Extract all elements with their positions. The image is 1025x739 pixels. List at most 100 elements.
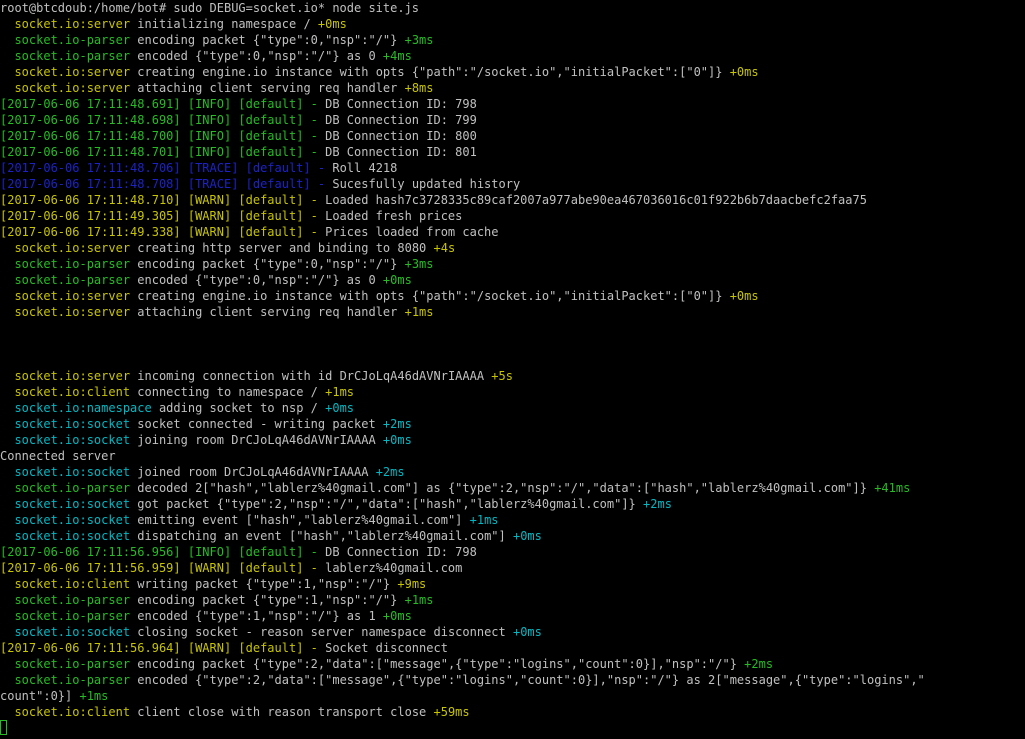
terminal-line: socket.io:socket joining room DrCJoLqA46… — [0, 432, 1025, 448]
terminal-text-segment: +1ms — [404, 593, 434, 607]
terminal-line: socket.io-parser encoded {"type":2,"data… — [0, 672, 1025, 688]
terminal-cursor — [0, 720, 7, 735]
terminal-text-segment: socket.io-parser — [0, 33, 138, 47]
terminal-line: [2017-06-06 17:11:56.956] [INFO] [defaul… — [0, 544, 1025, 560]
terminal-text-segment: socket.io:client — [0, 385, 138, 399]
terminal-text-segment: incoming connection with id DrCJoLqA46dA… — [137, 369, 492, 383]
terminal-text-segment: socket connected - writing packet — [137, 417, 383, 431]
terminal-text-segment: [2017-06-06 17:11:48.706] [TRACE] [defau… — [0, 161, 333, 175]
terminal-text-segment: joined room DrCJoLqA46dAVNrIAAAA — [137, 465, 376, 479]
terminal-text-segment: [2017-06-06 17:11:48.698] [INFO] [defaul… — [0, 113, 326, 127]
terminal-text-segment: Connected server — [0, 449, 116, 463]
terminal-text-segment: [2017-06-06 17:11:48.701] [INFO] [defaul… — [0, 145, 326, 159]
terminal-line: socket.io:namespace adding socket to nsp… — [0, 400, 1025, 416]
terminal-text-segment: attaching client serving req handler — [137, 305, 405, 319]
terminal-text-segment: socket.io:server — [0, 305, 138, 319]
terminal-text-segment: encoding packet {"type":2,"data":["messa… — [137, 657, 745, 671]
terminal-text-segment: encoded {"type":0,"nsp":"/"} as 0 — [137, 273, 383, 287]
terminal-text-segment: creating engine.io instance with opts {"… — [137, 289, 730, 303]
terminal-text-segment: +5s — [491, 369, 513, 383]
terminal-text-segment: encoding packet {"type":0,"nsp":"/"} — [137, 33, 405, 47]
terminal-text-segment: Loaded hash7c3728335c89caf2007a977abe90e… — [325, 193, 867, 207]
terminal-line: [2017-06-06 17:11:48.698] [INFO] [defaul… — [0, 112, 1025, 128]
terminal-text-segment: +0ms — [325, 401, 355, 415]
terminal-text-segment: +3ms — [404, 33, 434, 47]
terminal-text-segment: dispatching an event ["hash","lablerz%40… — [137, 529, 513, 543]
terminal-line: socket.io:socket emitting event ["hash",… — [0, 512, 1025, 528]
terminal-text-segment: +9ms — [397, 577, 427, 591]
terminal-text-segment: Prices loaded from cache — [325, 225, 499, 239]
terminal-line: socket.io-parser encoded {"type":0,"nsp"… — [0, 272, 1025, 288]
terminal-text-segment: +0ms — [512, 529, 542, 543]
terminal-text-segment: DB Connection ID: 800 — [325, 129, 477, 143]
terminal-text-segment: socket.io:socket — [0, 625, 138, 639]
terminal-text-segment: +0ms — [729, 65, 759, 79]
terminal-text-segment: DB Connection ID: 798 — [325, 97, 477, 111]
terminal-line: socket.io:server initializing namespace … — [0, 16, 1025, 32]
terminal-text-segment: +41ms — [874, 481, 911, 495]
terminal-text-segment: got packet {"type":2,"nsp":"/","data":["… — [137, 497, 644, 511]
terminal-text-segment: +1ms — [79, 689, 109, 703]
terminal-line: socket.io:server creating http server an… — [0, 240, 1025, 256]
terminal-line: socket.io:socket got packet {"type":2,"n… — [0, 496, 1025, 512]
terminal-line: socket.io:server attaching client servin… — [0, 304, 1025, 320]
terminal-text-segment: +1ms — [404, 305, 434, 319]
terminal-text-segment: DB Connection ID: 801 — [325, 145, 477, 159]
terminal-text-segment: +0ms — [317, 17, 347, 31]
terminal-text-segment: socket.io:client — [0, 577, 138, 591]
terminal-text-segment: [2017-06-06 17:11:48.708] [TRACE] [defau… — [0, 177, 333, 191]
terminal-line: socket.io:client client close with reaso… — [0, 704, 1025, 720]
terminal-text-segment: +4s — [433, 241, 456, 255]
terminal-text-segment: +59ms — [433, 705, 470, 719]
terminal-text-segment: lablerz%40gmail.com — [325, 561, 463, 575]
terminal-text-segment: +1ms — [469, 513, 499, 527]
terminal-line: [2017-06-06 17:11:48.691] [INFO] [defaul… — [0, 96, 1025, 112]
terminal-line: socket.io:socket closing socket - reason… — [0, 624, 1025, 640]
terminal-text-segment: socket.io:socket — [0, 513, 138, 527]
terminal-line: socket.io:socket dispatching an event ["… — [0, 528, 1025, 544]
terminal-line: socket.io-parser encoding packet {"type"… — [0, 32, 1025, 48]
terminal-text-segment: +8ms — [404, 81, 434, 95]
terminal-text-segment: creating engine.io instance with opts {"… — [137, 65, 730, 79]
terminal-text-segment: socket.io-parser — [0, 609, 138, 623]
terminal-line: [2017-06-06 17:11:49.338] [WARN] [defaul… — [0, 224, 1025, 240]
terminal-text-segment: socket.io-parser — [0, 657, 138, 671]
terminal-text-segment: socket.io-parser — [0, 257, 138, 271]
terminal-text-segment: +0ms — [382, 433, 412, 447]
terminal-text-segment: +1ms — [325, 385, 355, 399]
terminal-text-segment: socket.io:socket — [0, 417, 138, 431]
terminal-text-segment: encoded {"type":0,"nsp":"/"} as 0 — [137, 49, 383, 63]
terminal-text-segment: count":0}] — [0, 689, 80, 703]
terminal-line: socket.io-parser encoding packet {"type"… — [0, 592, 1025, 608]
terminal-line: socket.io:server creating engine.io inst… — [0, 288, 1025, 304]
terminal-line: socket.io:client connecting to namespace… — [0, 384, 1025, 400]
terminal-text-segment: socket.io:socket — [0, 465, 138, 479]
terminal-text-segment: joining room DrCJoLqA46dAVNrIAAAA — [137, 433, 383, 447]
terminal-text-segment: Loaded fresh prices — [325, 209, 463, 223]
terminal-line: socket.io-parser encoded {"type":0,"nsp"… — [0, 48, 1025, 64]
terminal-text-segment: DB Connection ID: 798 — [325, 545, 477, 559]
terminal-text-segment: socket.io-parser — [0, 673, 138, 687]
terminal-text-segment: socket.io:client — [0, 705, 138, 719]
terminal-text-segment: [2017-06-06 17:11:56.964] [WARN] [defaul… — [0, 641, 326, 655]
terminal-text-segment: socket.io-parser — [0, 273, 138, 287]
terminal-line: [2017-06-06 17:11:48.710] [WARN] [defaul… — [0, 192, 1025, 208]
terminal-text-segment: Roll 4218 — [332, 161, 398, 175]
terminal-line: [2017-06-06 17:11:48.706] [TRACE] [defau… — [0, 160, 1025, 176]
terminal-text-segment: initializing namespace / — [137, 17, 318, 31]
terminal-line: [2017-06-06 17:11:48.700] [INFO] [defaul… — [0, 128, 1025, 144]
terminal-text-segment: decoded 2["hash","lablerz%40gmail.com"] … — [137, 481, 875, 495]
terminal-text-segment: +0ms — [382, 609, 412, 623]
terminal-text-segment: socket.io-parser — [0, 49, 138, 63]
terminal-window[interactable]: root@btcdoub:/home/bot# sudo DEBUG=socke… — [0, 0, 1025, 739]
terminal-text-segment: +4ms — [382, 49, 412, 63]
terminal-text-segment: [2017-06-06 17:11:56.959] [WARN] [defaul… — [0, 561, 326, 575]
terminal-text-segment: encoding packet {"type":0,"nsp":"/"} — [137, 257, 405, 271]
terminal-line: socket.io-parser encoding packet {"type"… — [0, 256, 1025, 272]
terminal-text-segment: [2017-06-06 17:11:48.700] [INFO] [defaul… — [0, 129, 326, 143]
terminal-text-segment: socket.io:socket — [0, 433, 138, 447]
terminal-text-segment: [2017-06-06 17:11:49.338] [WARN] [defaul… — [0, 225, 326, 239]
terminal-text-segment: root@btcdoub:/home/bot# sudo DEBUG=socke… — [0, 1, 420, 15]
